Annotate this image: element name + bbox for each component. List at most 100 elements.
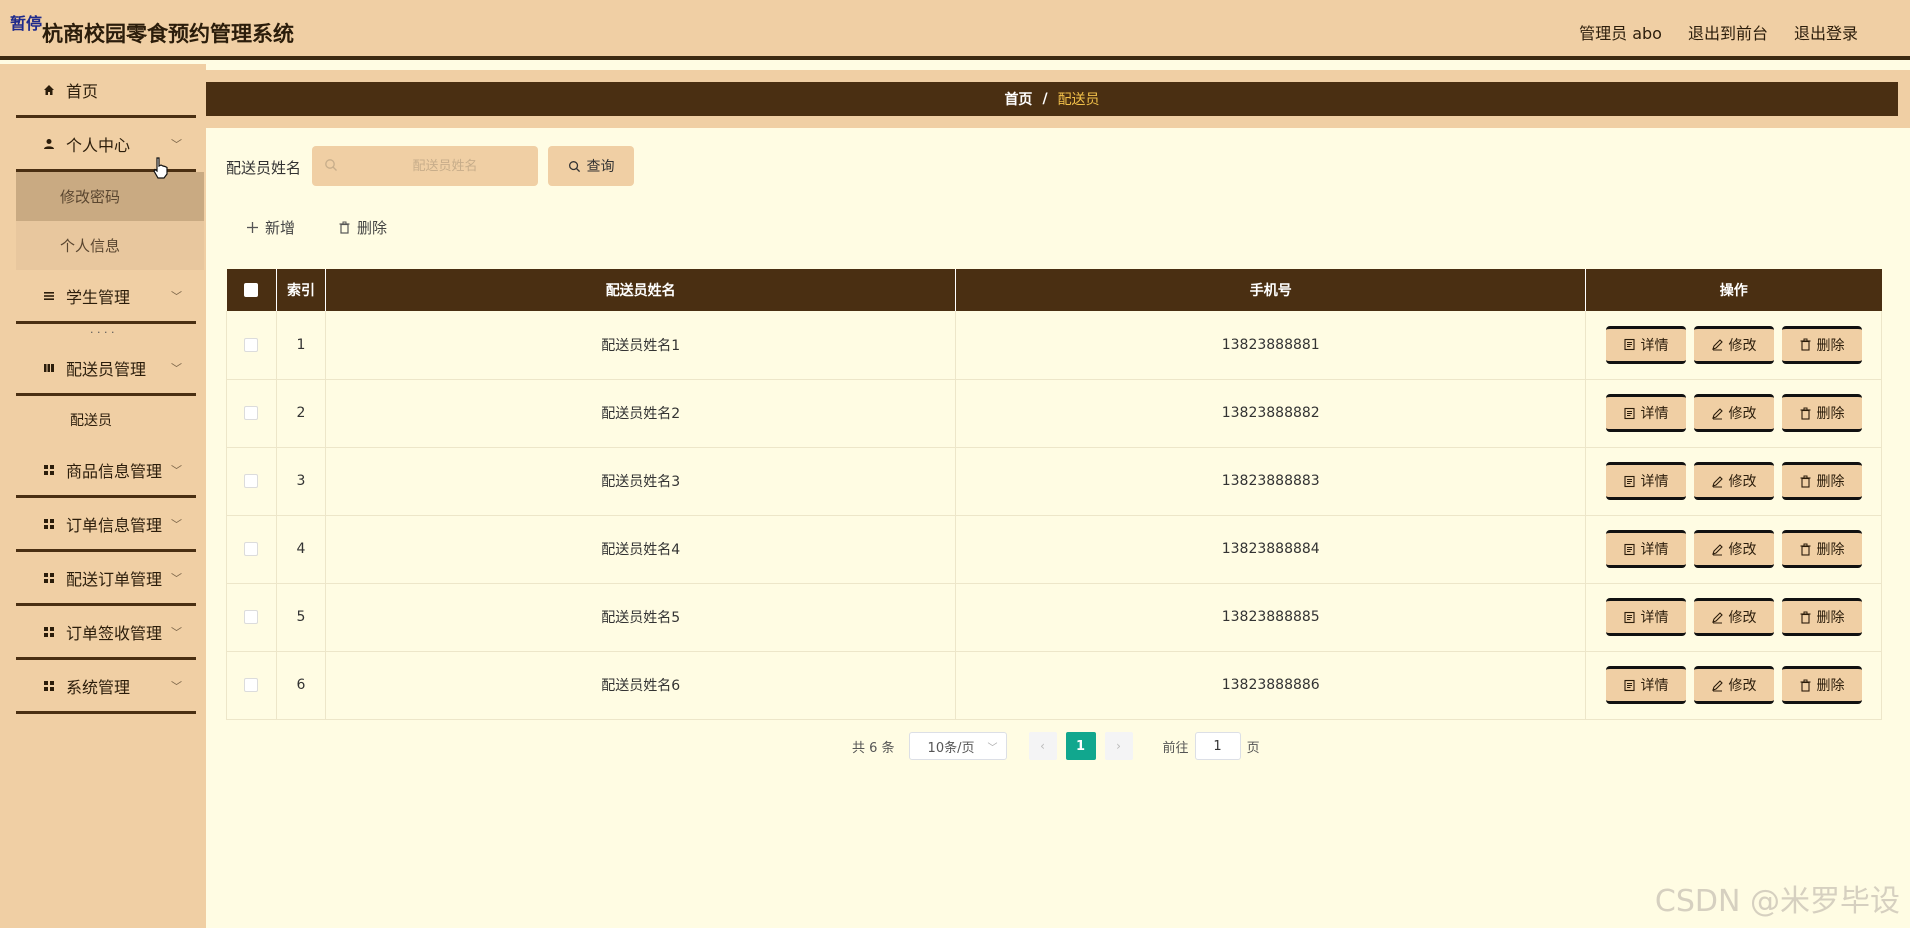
grid-icon (42, 625, 56, 639)
row-phone: 13823888883 (955, 447, 1586, 516)
delete-label: 删除 (1816, 474, 1845, 490)
edit-button[interactable]: 修改 (1693, 598, 1774, 636)
detail-button[interactable]: 详情 (1605, 394, 1686, 432)
row-checkbox[interactable] (244, 337, 259, 352)
row-courier-name: 配送员姓名6 (325, 651, 957, 720)
header-links: 管理员 abo 退出到前台 退出登录 (1579, 20, 1858, 44)
table-row: 2 配送员姓名2 13823888882 详情 修改 删除 (226, 379, 1882, 448)
edit-button[interactable]: 修改 (1693, 325, 1774, 364)
table-row: 1 配送员姓名1 13823888881 详情 修改 删除 (226, 311, 1882, 380)
edit-button[interactable]: 修改 (1693, 530, 1774, 568)
page-size-select[interactable]: 10条/页 ﹀ (908, 732, 1007, 760)
breadcrumb-current: 配送员 (1057, 92, 1100, 108)
edit-icon (1711, 679, 1723, 691)
detail-button[interactable]: 详情 (1605, 462, 1686, 500)
edit-icon (1711, 475, 1723, 487)
edit-button[interactable]: 修改 (1693, 462, 1774, 500)
sidebar-item-label: 个人中心 (66, 135, 131, 155)
row-select-cell (226, 583, 277, 652)
sidebar-item-delivery-orders[interactable]: 配送订单管理 ﹀ (16, 552, 196, 606)
edit-button[interactable]: 修改 (1693, 394, 1774, 432)
sidebar-item-couriers[interactable]: 配送员管理 ﹀ (16, 342, 196, 396)
row-phone: 13823888884 (955, 515, 1586, 584)
hand-cursor-icon (153, 157, 168, 179)
delete-label: 删除 (1816, 337, 1845, 354)
trash-icon (1800, 338, 1810, 351)
breadcrumb-home[interactable]: 首页 (1004, 89, 1032, 109)
search-input[interactable] (312, 146, 538, 186)
home-icon (42, 83, 56, 97)
select-all-checkbox[interactable] (244, 283, 259, 297)
exit-to-front-link[interactable]: 退出到前台 (1688, 20, 1768, 44)
logout-link[interactable]: 退出登录 (1794, 20, 1858, 44)
row-actions: 详情 修改 删除 (1585, 515, 1882, 584)
sidebar-item-orders[interactable]: 订单信息管理 ﹀ (16, 498, 196, 552)
sidebar-item-sign-orders[interactable]: 订单签收管理 ﹀ (16, 606, 196, 660)
trash-icon (1800, 407, 1810, 420)
delete-button[interactable]: 删除 (1781, 462, 1862, 500)
delete-button[interactable]: 删除 (1781, 530, 1862, 568)
goto-label: 前往 (1162, 740, 1189, 756)
edit-button[interactable]: 修改 (1693, 666, 1774, 704)
sidebar-sub-change-password[interactable]: 修改密码 (16, 172, 204, 221)
pagination: 共 6 条 10条/页 ﹀ ‹ 1 › 前往 页 (852, 732, 1260, 760)
next-page-button[interactable]: › (1104, 732, 1133, 760)
sidebar: 首页 个人中心 ﹀ 修改密码 个人信息 学生管理 ﹀ · · · · 配送员管理… (0, 64, 206, 928)
admin-user[interactable]: 管理员 abo (1579, 20, 1662, 44)
table-row: 6 配送员姓名6 13823888886 详情 修改 删除 (226, 651, 1882, 720)
document-icon (1623, 407, 1635, 419)
delete-label: 删除 (1816, 610, 1845, 626)
sidebar-item-label: 配送员管理 (66, 359, 147, 379)
batch-delete-label: 删除 (357, 219, 388, 237)
row-checkbox[interactable] (244, 474, 259, 488)
batch-delete-button[interactable]: 删除 (338, 217, 387, 238)
detail-label: 详情 (1640, 542, 1669, 558)
delete-button[interactable]: 删除 (1781, 598, 1862, 636)
chevron-down-icon: ﹀ (171, 517, 182, 531)
row-select-cell (226, 379, 277, 448)
row-index: 4 (276, 515, 326, 584)
detail-button[interactable]: 详情 (1605, 666, 1686, 704)
row-phone: 13823888881 (955, 311, 1586, 380)
row-index: 3 (276, 447, 326, 516)
sidebar-item-students[interactable]: 学生管理 ﹀ (16, 270, 196, 324)
detail-button[interactable]: 详情 (1605, 530, 1686, 568)
row-courier-name: 配送员姓名2 (325, 379, 957, 448)
sidebar-item-label: 商品信息管理 (66, 461, 163, 481)
row-checkbox[interactable] (244, 542, 259, 556)
sidebar-item-goods[interactable]: 商品信息管理 ﹀ (16, 444, 196, 498)
detail-label: 详情 (1640, 610, 1669, 626)
total-count: 共 6 条 (852, 740, 895, 756)
delete-button[interactable]: 删除 (1781, 325, 1862, 364)
goto-page-input[interactable] (1194, 732, 1241, 760)
trash-icon (1800, 611, 1810, 624)
sidebar-item-system[interactable]: 系统管理 ﹀ (16, 660, 196, 714)
book-icon (42, 361, 56, 375)
watermark: CSDN @米罗毕设 (1654, 884, 1900, 919)
delete-button[interactable]: 删除 (1781, 394, 1862, 432)
chevron-down-icon: ﹀ (171, 463, 182, 477)
prev-page-button[interactable]: ‹ (1028, 732, 1057, 760)
sidebar-sub-courier[interactable]: 配送员 (16, 396, 196, 444)
sidebar-item-home[interactable]: 首页 (16, 64, 196, 118)
row-checkbox[interactable] (244, 610, 259, 624)
chevron-down-icon: ﹀ (171, 679, 182, 693)
sidebar-sub-personal-info[interactable]: 个人信息 (16, 221, 204, 270)
query-button[interactable]: 查询 (548, 146, 634, 186)
edit-icon (1711, 407, 1723, 419)
page-number-current[interactable]: 1 (1065, 732, 1096, 760)
edit-icon (1711, 611, 1723, 623)
row-actions: 详情 修改 删除 (1585, 651, 1882, 720)
row-index: 1 (276, 311, 326, 380)
delete-button[interactable]: 删除 (1781, 666, 1862, 704)
detail-button[interactable]: 详情 (1605, 598, 1686, 636)
table-row: 3 配送员姓名3 13823888883 详情 修改 删除 (226, 447, 1882, 516)
search-label: 配送员姓名 (226, 159, 302, 177)
row-select-cell (226, 515, 277, 584)
row-select-cell (226, 447, 277, 516)
detail-button[interactable]: 详情 (1605, 325, 1686, 364)
row-checkbox[interactable] (244, 406, 259, 420)
row-checkbox[interactable] (244, 678, 259, 692)
add-button[interactable]: 新增 (246, 217, 295, 238)
edit-label: 修改 (1728, 474, 1757, 490)
